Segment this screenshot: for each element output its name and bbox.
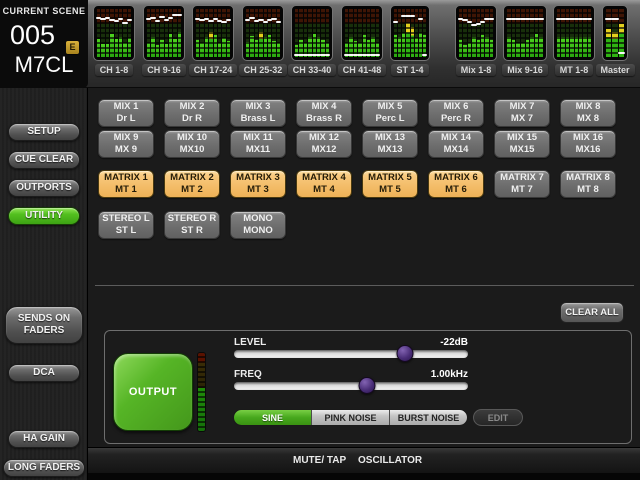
meter-block-st-1-4[interactable]: ST 1-4 — [390, 5, 430, 76]
oscillator-tab[interactable]: OSCILLATOR — [358, 455, 422, 466]
meter-block-label: CH 33-40 — [287, 64, 337, 76]
channel-select-row-mix-1-8: MIX 1 Dr L MIX 2 Dr R MIX 3 Brass L MIX 4 Brass… — [98, 99, 616, 127]
meter-block-label: ST 1-4 — [391, 64, 429, 76]
oscillator-output-button[interactable]: OUTPUT — [113, 353, 193, 431]
meter-bridge-header: CURRENT SCENE 005 E M7CL CH 1-8 CH 9-16 CH… — [0, 0, 640, 88]
meter-block-mt-1-8[interactable]: MT 1-8 — [553, 5, 595, 76]
bottom-tab-bar: MUTE/ TAP OSCILLATOR — [88, 447, 640, 473]
outports-button[interactable]: OUTPORTS — [8, 179, 80, 197]
freq-value: 1.00kHz — [430, 369, 468, 380]
meter-block-label: CH 25-32 — [238, 64, 288, 76]
oscillator-mode-group: SINE PINK NOISE BURST NOISE — [233, 409, 468, 426]
edit-button[interactable]: EDIT — [473, 409, 523, 426]
select-button-matrix-5[interactable]: MATRIX 5 MT 5 — [362, 170, 418, 198]
ha-gain-button[interactable]: HA GAIN — [8, 430, 80, 448]
dca-button[interactable]: DCA — [8, 364, 80, 382]
select-button-mix-4[interactable]: MIX 4 Brass R — [296, 99, 352, 127]
meter-block-label: Mix 9-16 — [502, 64, 548, 76]
sends-on-faders-button[interactable]: SENDS ON FADERS — [5, 306, 83, 344]
meter-block-label: CH 1-8 — [94, 64, 134, 76]
section-divider — [95, 285, 634, 286]
pink-noise-mode-button[interactable]: PINK NOISE — [312, 410, 390, 425]
mute-tap-tab[interactable]: MUTE/ TAP — [293, 455, 346, 466]
sidebar: SETUP CUE CLEAR OUTPORTS UTILITY SENDS O… — [0, 88, 88, 480]
select-button-matrix-1[interactable]: MATRIX 1 MT 1 — [98, 170, 154, 198]
select-button-mix-8[interactable]: MIX 8 MX 8 — [560, 99, 616, 127]
select-button-mix-7[interactable]: MIX 7 MX 7 — [494, 99, 550, 127]
bottom-strip — [88, 473, 640, 480]
channel-select-row-matrix: MATRIX 1 MT 1 MATRIX 2 MT 2 MATRIX 3 MT 3 MATR… — [98, 170, 616, 198]
long-faders-button[interactable]: LONG FADERS — [3, 459, 85, 477]
level-slider[interactable] — [234, 345, 468, 362]
select-button-mix-10[interactable]: MIX 10 MX10 — [164, 130, 220, 158]
current-scene-label: CURRENT SCENE — [2, 6, 86, 16]
select-button-mix-13[interactable]: MIX 13 MX13 — [362, 130, 418, 158]
select-button-matrix-8[interactable]: MATRIX 8 MT 8 — [560, 170, 616, 198]
m7cl-editor-window: CURRENT SCENE 005 E M7CL CH 1-8 CH 9-16 CH… — [0, 0, 640, 480]
clear-all-button[interactable]: CLEAR ALL — [560, 302, 624, 323]
meter-bridge: CH 1-8 CH 9-16 CH 17-24 CH 25-32 CH 33-40 CH … — [90, 0, 640, 88]
select-button-mix-9[interactable]: MIX 9 MX 9 — [98, 130, 154, 158]
meter-block-label: Mix 1-8 — [455, 64, 497, 76]
setup-button[interactable]: SETUP — [8, 123, 80, 141]
select-button-stereo-r[interactable]: STEREO R ST R — [164, 211, 220, 239]
current-scene-box[interactable]: CURRENT SCENE 005 E M7CL — [0, 0, 88, 88]
select-button-matrix-6[interactable]: MATRIX 6 MT 6 — [428, 170, 484, 198]
meter-block-label: CH 41-48 — [337, 64, 387, 76]
console-model-label: M7CL — [14, 52, 74, 77]
meter-block-ch-1-8[interactable]: CH 1-8 — [93, 5, 135, 76]
level-slider-handle[interactable] — [396, 345, 414, 362]
select-button-mix-1[interactable]: MIX 1 Dr L — [98, 99, 154, 127]
burst-noise-mode-button[interactable]: BURST NOISE — [390, 410, 467, 425]
meter-block-ch-33-40[interactable]: CH 33-40 — [287, 5, 337, 76]
meter-block-ch-17-24[interactable]: CH 17-24 — [188, 5, 238, 76]
select-button-mix-3[interactable]: MIX 3 Brass L — [230, 99, 286, 127]
select-button-mix-2[interactable]: MIX 2 Dr R — [164, 99, 220, 127]
meter-block-ch-41-48[interactable]: CH 41-48 — [337, 5, 387, 76]
select-button-mix-15[interactable]: MIX 15 MX15 — [494, 130, 550, 158]
select-button-matrix-4[interactable]: MATRIX 4 MT 4 — [296, 170, 352, 198]
select-button-mono[interactable]: MONO MONO — [230, 211, 286, 239]
level-label: LEVEL — [234, 337, 267, 348]
select-button-mix-5[interactable]: MIX 5 Perc L — [362, 99, 418, 127]
meter-block-master[interactable]: Master — [595, 5, 635, 76]
meter-block-ch-9-16[interactable]: CH 9-16 — [142, 5, 186, 76]
select-button-matrix-3[interactable]: MATRIX 3 MT 3 — [230, 170, 286, 198]
freq-slider-handle[interactable] — [358, 377, 376, 394]
select-button-matrix-2[interactable]: MATRIX 2 MT 2 — [164, 170, 220, 198]
meter-block-label: MT 1-8 — [554, 64, 594, 76]
select-button-mix-11[interactable]: MIX 11 MX11 — [230, 130, 286, 158]
meter-block-mix-1-8[interactable]: Mix 1-8 — [455, 5, 497, 76]
select-button-mix-6[interactable]: MIX 6 Perc R — [428, 99, 484, 127]
select-button-matrix-7[interactable]: MATRIX 7 MT 7 — [494, 170, 550, 198]
meter-block-label: CH 9-16 — [142, 64, 186, 76]
sine-mode-button[interactable]: SINE — [234, 410, 312, 425]
freq-slider[interactable] — [234, 377, 468, 394]
select-button-mix-16[interactable]: MIX 16 MX16 — [560, 130, 616, 158]
channel-select-row-mix-9-16: MIX 9 MX 9 MIX 10 MX10 MIX 11 MX11 MIX 12 MX12 M… — [98, 130, 616, 158]
select-button-mix-14[interactable]: MIX 14 MX14 — [428, 130, 484, 158]
select-button-mix-12[interactable]: MIX 12 MX12 — [296, 130, 352, 158]
cue-clear-button[interactable]: CUE CLEAR — [8, 151, 80, 169]
oscillator-output-meter — [198, 353, 205, 431]
channel-select-row-stereo-mono: STEREO L ST L STEREO R ST R MONO MONO — [98, 211, 286, 239]
meter-block-label: CH 17-24 — [188, 64, 238, 76]
meter-block-ch-25-32[interactable]: CH 25-32 — [238, 5, 288, 76]
meter-block-mix-9-16[interactable]: Mix 9-16 — [502, 5, 548, 76]
utility-button[interactable]: UTILITY — [8, 207, 80, 225]
freq-label: FREQ — [234, 369, 262, 380]
select-button-stereo-l[interactable]: STEREO L ST L — [98, 211, 154, 239]
scene-number: 005 — [10, 20, 56, 50]
oscillator-panel: OUTPUT LEVEL -22dB FREQ 1.00kHz SINE PIN… — [104, 330, 632, 444]
meter-block-label: Master — [595, 64, 635, 76]
